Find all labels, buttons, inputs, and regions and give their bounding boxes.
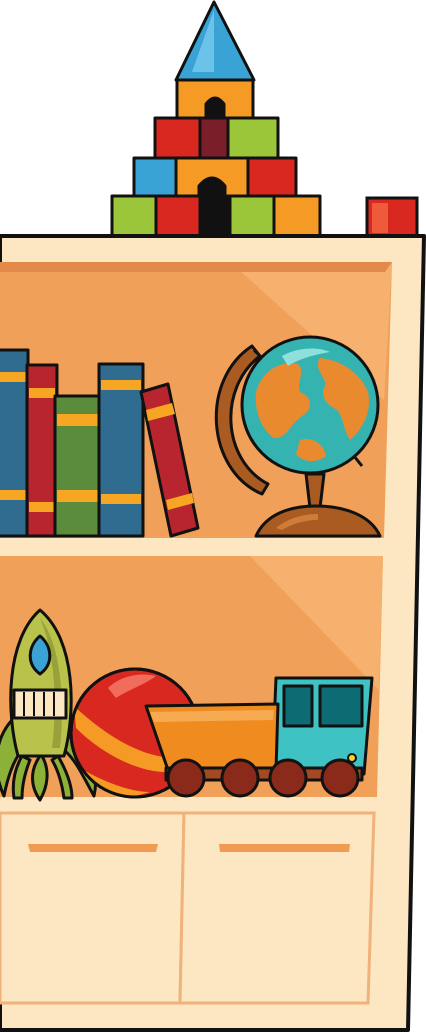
tower-spire	[174, 0, 256, 82]
red-toy-block-highlight	[372, 203, 388, 233]
book-band	[0, 490, 26, 500]
toy-shelf-illustration	[0, 0, 426, 1032]
orange-block	[272, 194, 322, 238]
arch-hole-mid	[197, 176, 227, 198]
truck-window	[318, 684, 364, 728]
right-drawer	[178, 811, 376, 1005]
red-block	[246, 156, 298, 198]
left-drawer	[0, 811, 186, 1005]
book-band	[0, 372, 26, 382]
book-band	[29, 502, 55, 512]
book-band	[101, 494, 141, 504]
red-block	[154, 194, 202, 238]
book-band	[57, 490, 99, 502]
globe-neck	[304, 472, 326, 510]
truck-window	[282, 684, 314, 728]
maroon-block	[198, 116, 230, 160]
blue-block	[132, 156, 178, 198]
rocket-window	[28, 634, 52, 676]
book-band	[101, 380, 141, 390]
middle-shelf-board	[0, 538, 384, 556]
green-block	[110, 194, 158, 238]
green-block	[226, 116, 280, 160]
truck-bed-shade	[150, 710, 274, 722]
truck-wheel	[220, 758, 260, 798]
truck-headlight	[347, 753, 357, 763]
dark-gap	[198, 194, 232, 238]
truck-wheel	[166, 758, 206, 798]
left-drawer-handle	[28, 844, 158, 852]
red-block	[153, 116, 202, 160]
right-drawer-handle	[219, 844, 350, 852]
truck-wheel	[320, 758, 360, 798]
bottom-shelf-board	[0, 797, 377, 812]
truck-wheel	[268, 758, 308, 798]
green-block	[228, 194, 276, 238]
shelf-cabinet	[0, 234, 426, 1032]
upper-compartment-side-shadow	[0, 262, 392, 272]
book-band	[29, 388, 55, 398]
rocket-stripe	[12, 688, 68, 720]
book-band	[57, 414, 99, 426]
toy-block-tower	[110, 0, 322, 238]
